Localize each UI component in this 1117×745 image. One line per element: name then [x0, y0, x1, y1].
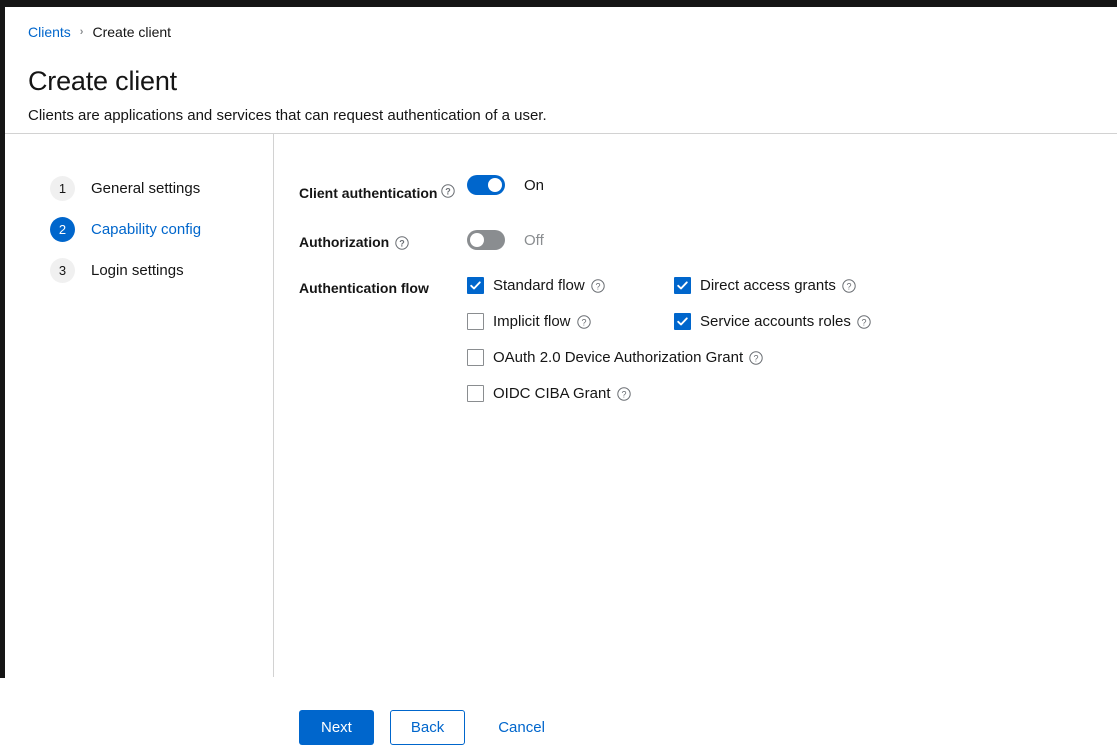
- checkbox-box[interactable]: [674, 313, 691, 330]
- cancel-button[interactable]: Cancel: [482, 710, 561, 745]
- checkbox-implicit-flow[interactable]: Implicit flow ?: [467, 313, 674, 330]
- help-circle-icon[interactable]: ?: [395, 235, 409, 250]
- wizard-step-label: Login settings: [91, 262, 184, 279]
- toggle-knob: [488, 178, 502, 192]
- svg-text:?: ?: [595, 281, 600, 291]
- back-button[interactable]: Back: [389, 710, 466, 745]
- help-circle-icon[interactable]: ?: [857, 314, 871, 329]
- field-authentication-flow: Authentication flow Standard flow ? Dire…: [299, 276, 1117, 402]
- checkbox-direct-access-grants[interactable]: Direct access grants ?: [674, 277, 1117, 294]
- svg-text:?: ?: [621, 389, 626, 399]
- checkbox-label: OIDC CIBA Grant: [493, 385, 611, 402]
- checkbox-box[interactable]: [674, 277, 691, 294]
- next-button[interactable]: Next: [299, 710, 374, 745]
- field-authorization: Authorization ? Off: [299, 230, 1117, 252]
- client-authentication-control: On: [467, 175, 1117, 195]
- wizard-footer: Next Back Cancel: [299, 710, 561, 745]
- checkbox-standard-flow[interactable]: Standard flow ?: [467, 277, 674, 294]
- page-title: Create client: [28, 66, 177, 96]
- svg-text:?: ?: [861, 317, 866, 327]
- client-authentication-state: On: [524, 176, 545, 194]
- client-authentication-label-text: Client authentication: [299, 185, 438, 201]
- checkbox-label: Service accounts roles: [700, 313, 851, 330]
- page-container: Clients › Create client Create client Cl…: [5, 7, 1117, 745]
- checkbox-label: OAuth 2.0 Device Authorization Grant: [493, 349, 744, 366]
- svg-text:?: ?: [581, 317, 586, 327]
- step-number-badge: 1: [50, 176, 75, 201]
- step-number-badge: 2: [50, 217, 75, 242]
- wizard-step-general-settings[interactable]: 1 General settings: [50, 176, 273, 201]
- checkbox-label: Implicit flow: [493, 313, 571, 330]
- client-authentication-toggle[interactable]: [467, 175, 505, 195]
- checkbox-label: Direct access grants: [700, 277, 836, 294]
- toggle-knob: [470, 233, 484, 247]
- authorization-label-text: Authorization: [299, 234, 390, 250]
- authorization-state: Off: [524, 231, 544, 249]
- help-circle-icon[interactable]: ?: [576, 314, 591, 329]
- help-circle-icon[interactable]: ?: [842, 278, 856, 293]
- wizard-step-login-settings[interactable]: 3 Login settings: [50, 258, 273, 283]
- checkbox-oauth-device-authorization-grant[interactable]: OAuth 2.0 Device Authorization Grant ?: [467, 349, 1117, 366]
- wizard-step-capability-config[interactable]: 2 Capability config: [50, 217, 273, 242]
- checkbox-box[interactable]: [467, 277, 484, 294]
- step-number-badge: 3: [50, 258, 75, 283]
- svg-text:?: ?: [754, 353, 759, 363]
- authentication-flow-label: Authentication flow: [299, 280, 429, 296]
- svg-text:?: ?: [399, 238, 405, 248]
- checkbox-service-accounts-roles[interactable]: Service accounts roles ?: [674, 313, 1117, 330]
- help-circle-icon[interactable]: ?: [616, 386, 631, 401]
- chevron-right-icon: ›: [79, 26, 84, 38]
- wizard-content: Client authentication ? On Authorization…: [274, 134, 1117, 745]
- authorization-label: Authorization ?: [299, 230, 467, 252]
- help-circle-icon[interactable]: ?: [749, 350, 763, 365]
- checkbox-label: Standard flow: [493, 277, 585, 294]
- wizard-step-label: Capability config: [91, 221, 202, 238]
- checkbox-box[interactable]: [467, 385, 484, 402]
- svg-text:?: ?: [446, 186, 452, 196]
- svg-text:?: ?: [846, 281, 851, 291]
- create-client-wizard: 1 General settings 2 Capability config 3…: [5, 134, 1117, 745]
- authentication-flow-options: Standard flow ? Direct access grants ? I…: [467, 276, 1117, 402]
- authorization-toggle[interactable]: [467, 230, 505, 250]
- page-header: Clients › Create client Create client Cl…: [5, 7, 1117, 134]
- client-authentication-label: Client authentication ?: [299, 175, 467, 203]
- help-circle-icon[interactable]: ?: [441, 184, 456, 198]
- authorization-control: Off: [467, 230, 1117, 250]
- page-subtitle: Clients are applications and services th…: [28, 107, 547, 124]
- checkbox-box[interactable]: [467, 313, 484, 330]
- breadcrumb: Clients › Create client: [28, 23, 1117, 41]
- breadcrumb-link-clients[interactable]: Clients: [28, 23, 71, 41]
- help-circle-icon[interactable]: ?: [591, 278, 605, 293]
- checkbox-box[interactable]: [467, 349, 484, 366]
- checkbox-oidc-ciba-grant[interactable]: OIDC CIBA Grant ?: [467, 385, 1117, 402]
- wizard-step-label: General settings: [91, 180, 201, 197]
- wizard-step-nav: 1 General settings 2 Capability config 3…: [5, 134, 274, 677]
- breadcrumb-current: Create client: [92, 24, 172, 40]
- field-client-authentication: Client authentication ? On: [299, 175, 1117, 203]
- masthead-bar: [0, 0, 1117, 7]
